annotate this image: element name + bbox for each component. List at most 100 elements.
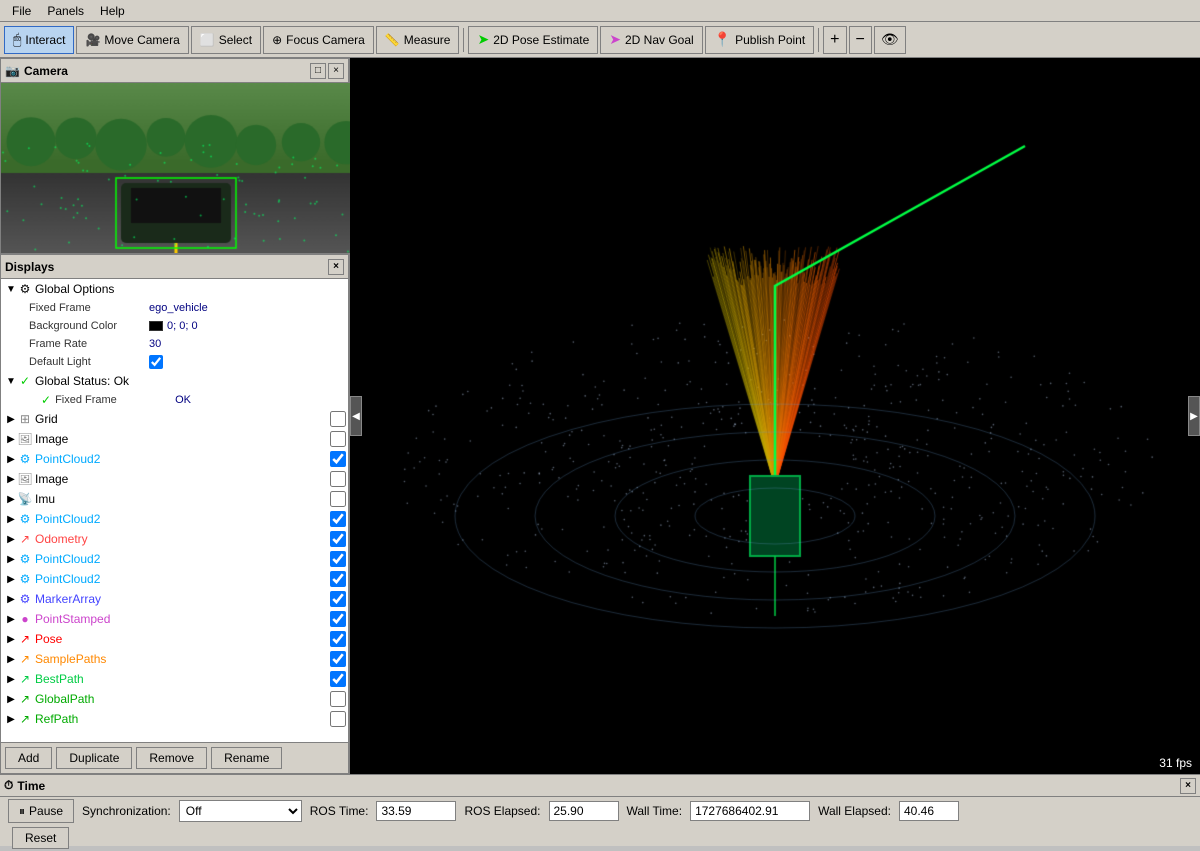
pose-arrow[interactable]: ▶ [5,633,17,645]
globalpath-arrow[interactable]: ▶ [5,693,17,705]
sync-label: Synchronization: [82,804,171,818]
odometry-arrow[interactable]: ▶ [5,533,17,545]
image-item-2[interactable]: ▶ 🖼 Image [1,469,348,489]
sync-select[interactable]: Off Approximate Time Exact Time [179,800,302,822]
frame-rate-value[interactable]: 30 [149,338,161,350]
pc2-4-arrow[interactable]: ▶ [5,573,17,585]
pointcloud2-item-3[interactable]: ▶ ⚙ PointCloud2 [1,549,348,569]
global-options-item[interactable]: ▼ ⚙ Global Options [1,279,348,299]
pc2-2-arrow[interactable]: ▶ [5,513,17,525]
focus-camera-button[interactable]: ⊕ Focus Camera [263,26,374,54]
zoom-in-button[interactable]: + [823,26,846,54]
remove-display-button[interactable]: Remove [136,747,207,769]
bestpath-item[interactable]: ▶ ↗ BestPath [1,669,348,689]
pointstamped-arrow[interactable]: ▶ [5,613,17,625]
image-1-checkbox[interactable] [330,431,346,447]
nav-goal-button[interactable]: ➤ 2D Nav Goal [600,26,702,54]
focus-camera-label: Focus Camera [286,33,365,47]
pointcloud2-item-4[interactable]: ▶ ⚙ PointCloud2 [1,569,348,589]
3d-view-left-arrow[interactable]: ◀ [350,396,362,436]
pointcloud2-2-checkbox[interactable] [330,511,346,527]
ros-elapsed-input[interactable] [549,801,619,821]
zoom-out-button[interactable]: − [849,26,872,54]
wall-time-input[interactable] [690,801,810,821]
pointstamped-checkbox[interactable] [330,611,346,627]
grid-item[interactable]: ▶ ⊞ Grid [1,409,348,429]
pointcloud2-3-checkbox[interactable] [330,551,346,567]
markerarray-arrow[interactable]: ▶ [5,593,17,605]
samplepaths-arrow[interactable]: ▶ [5,653,17,665]
pointcloud2-item-2[interactable]: ▶ ⚙ PointCloud2 [1,509,348,529]
pointcloud2-1-checkbox[interactable] [330,451,346,467]
view-options-button[interactable]: 👁 [874,26,906,54]
image-2-checkbox[interactable] [330,471,346,487]
image-2-arrow[interactable]: ▶ [5,473,17,485]
background-color-swatch[interactable] [149,321,163,331]
bestpath-arrow[interactable]: ▶ [5,673,17,685]
camera-float-button[interactable]: □ [310,63,326,79]
displays-content[interactable]: ▼ ⚙ Global Options Fixed Frame ego_vehic… [1,279,348,742]
menu-help[interactable]: Help [92,2,133,20]
odometry-checkbox[interactable] [330,531,346,547]
fixed-frame-value[interactable]: ego_vehicle [149,302,208,314]
time-close-button[interactable]: × [1180,778,1196,794]
3d-view[interactable]: ◀ ▶ 31 fps [350,58,1200,774]
samplepaths-checkbox[interactable] [330,651,346,667]
pose-item[interactable]: ▶ ↗ Pose [1,629,348,649]
background-color-row: Background Color 0; 0; 0 [1,317,348,335]
grid-icon: ⊞ [17,411,33,427]
ros-time-input[interactable] [376,801,456,821]
displays-close-button[interactable]: × [328,259,344,275]
focus-icon: ⊕ [272,33,282,47]
pointstamped-item[interactable]: ▶ ● PointStamped [1,609,348,629]
publish-point-button[interactable]: 📍 Publish Point [705,26,814,54]
refpath-item[interactable]: ▶ ↗ RefPath [1,709,348,729]
markerarray-item[interactable]: ▶ ⚙ MarkerArray [1,589,348,609]
globalpath-item[interactable]: ▶ ↗ GlobalPath [1,689,348,709]
camera-panel: 📷 Camera □ × [0,58,349,254]
pointcloud2-item-1[interactable]: ▶ ⚙ PointCloud2 [1,449,348,469]
imu-checkbox[interactable] [330,491,346,507]
global-status-item[interactable]: ▼ ✓ Global Status: Ok [1,371,348,391]
pause-button[interactable]: ⏸ Pause [8,799,74,823]
image-item-1[interactable]: ▶ 🖼 Image [1,429,348,449]
pose-estimate-button[interactable]: ➤ 2D Pose Estimate [468,26,598,54]
odometry-item[interactable]: ▶ ↗ Odometry [1,529,348,549]
grid-arrow[interactable]: ▶ [5,413,17,425]
move-camera-button[interactable]: 🎥 Move Camera [76,26,188,54]
global-options-arrow[interactable]: ▼ [5,283,17,295]
refpath-checkbox[interactable] [330,711,346,727]
camera-close-button[interactable]: × [328,63,344,79]
interact-button[interactable]: 🖱 Interact [4,26,74,54]
grid-checkbox[interactable] [330,411,346,427]
pc2-1-arrow[interactable]: ▶ [5,453,17,465]
3d-view-right-arrow[interactable]: ▶ [1188,396,1200,436]
pointcloud2-2-label: PointCloud2 [35,512,330,526]
rename-display-button[interactable]: Rename [211,747,282,769]
markerarray-checkbox[interactable] [330,591,346,607]
imu-item[interactable]: ▶ 📡 Imu [1,489,348,509]
displays-panel-header: Displays × [1,255,348,279]
menu-panels[interactable]: Panels [39,2,92,20]
global-status-arrow[interactable]: ▼ [5,375,17,387]
background-color-value[interactable]: 0; 0; 0 [167,320,198,332]
imu-arrow[interactable]: ▶ [5,493,17,505]
image-1-arrow[interactable]: ▶ [5,433,17,445]
refpath-arrow[interactable]: ▶ [5,713,17,725]
add-display-button[interactable]: Add [5,747,52,769]
duplicate-display-button[interactable]: Duplicate [56,747,132,769]
toolbar-sep-2 [818,28,819,52]
select-button[interactable]: ⬜ Select [191,26,261,54]
measure-button[interactable]: 📏 Measure [376,26,460,54]
globalpath-checkbox[interactable] [330,691,346,707]
pointcloud2-4-checkbox[interactable] [330,571,346,587]
pointstamped-label: PointStamped [35,612,330,626]
default-light-label: Default Light [29,356,149,368]
samplepaths-item[interactable]: ▶ ↗ SamplePaths [1,649,348,669]
pc2-3-arrow[interactable]: ▶ [5,553,17,565]
pose-checkbox[interactable] [330,631,346,647]
menu-file[interactable]: File [4,2,39,20]
bestpath-checkbox[interactable] [330,671,346,687]
default-light-checkbox[interactable] [149,355,163,369]
wall-elapsed-input[interactable] [899,801,959,821]
